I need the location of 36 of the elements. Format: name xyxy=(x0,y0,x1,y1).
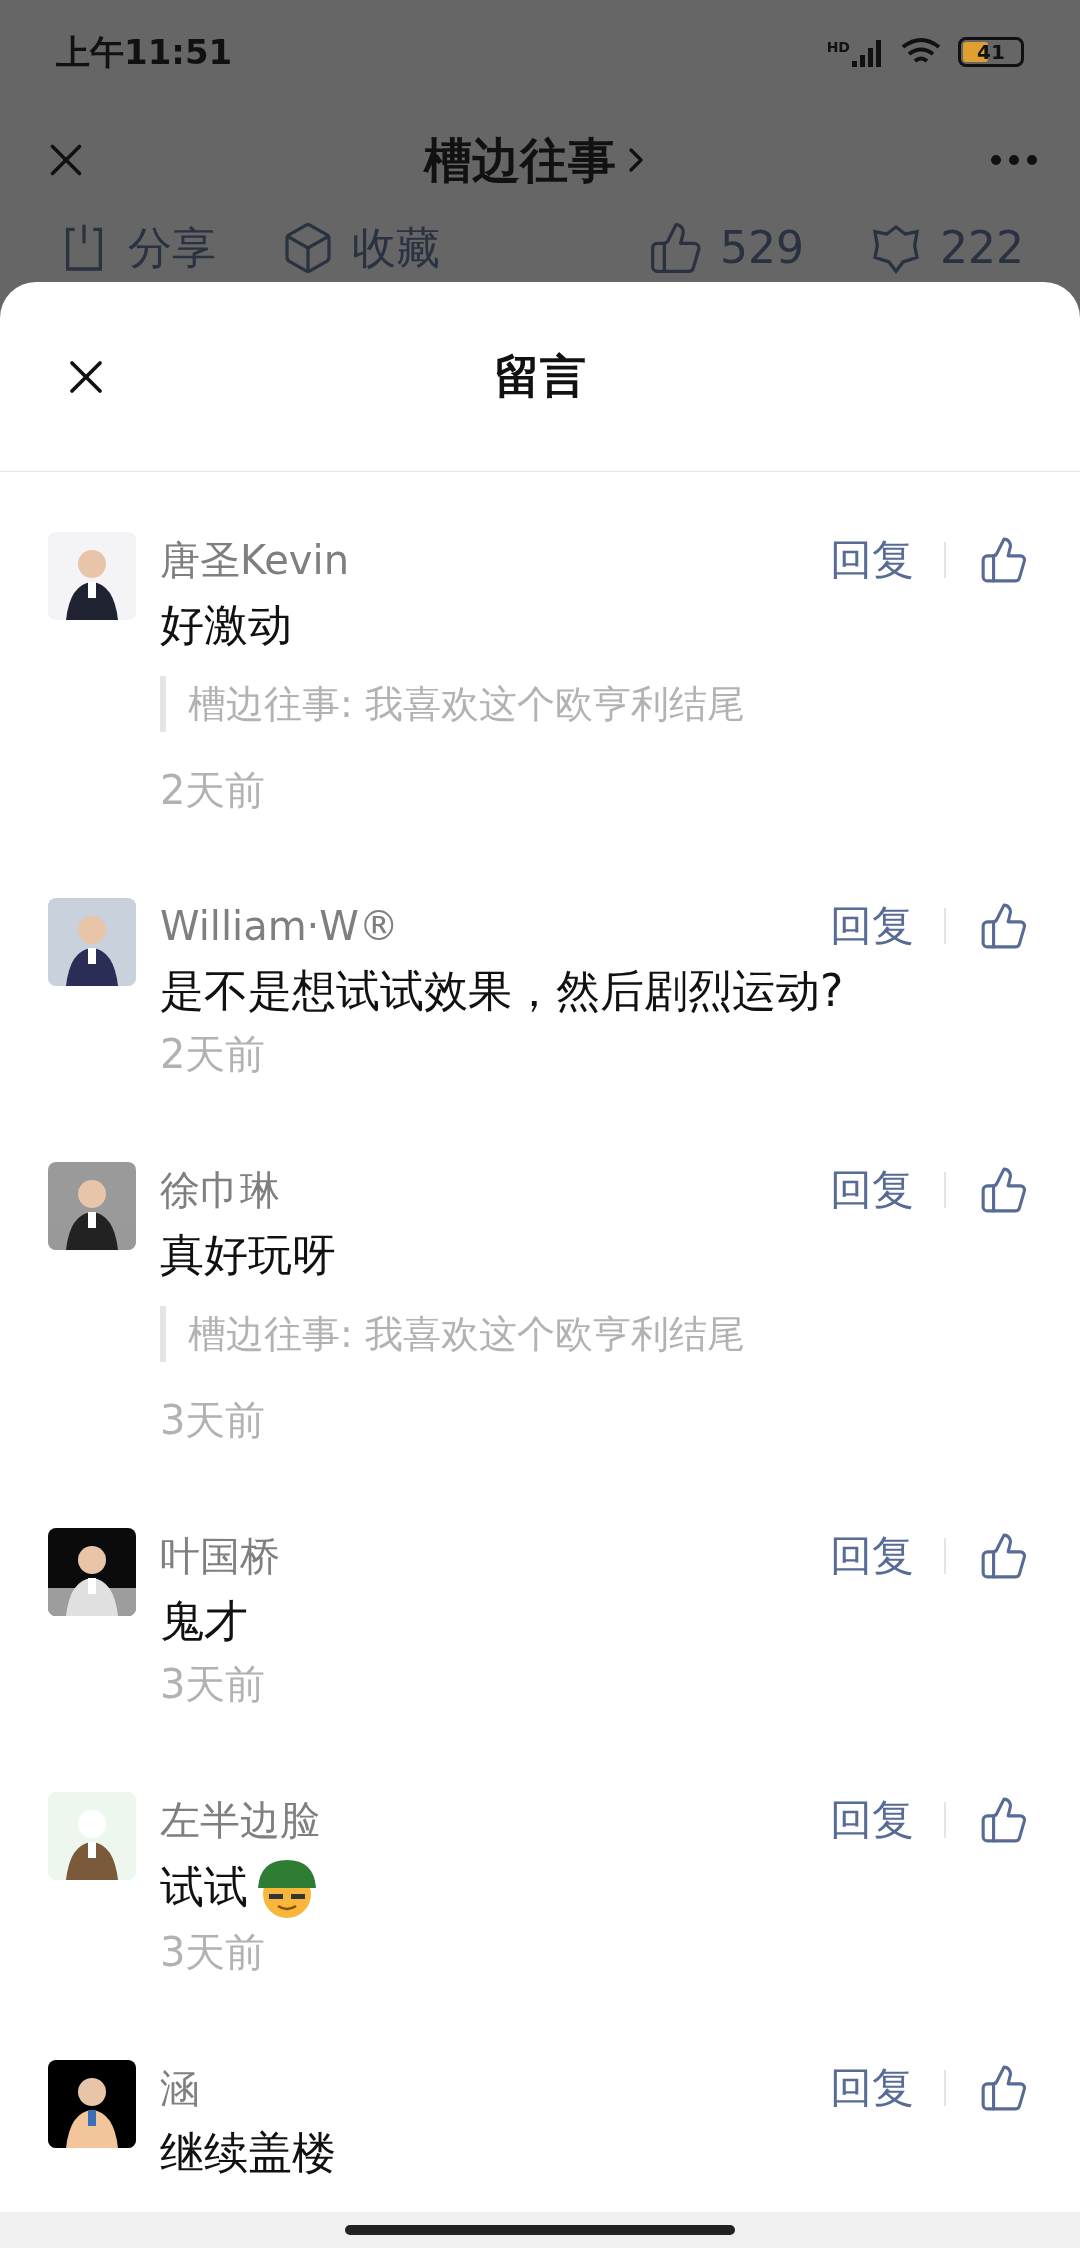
reply-button[interactable]: 回复 xyxy=(830,2060,914,2116)
comment-text: 好激动 xyxy=(160,598,292,652)
comment-text: 是不是想试试效果，然后剧烈运动? xyxy=(160,964,844,1018)
commenter-name: 左半边脸 xyxy=(160,1796,320,1845)
reply-button[interactable]: 回复 xyxy=(830,532,914,588)
thumbs-up-icon xyxy=(979,1795,1029,1845)
thumbs-up-icon xyxy=(979,2063,1029,2113)
comment-time: 3天前 xyxy=(160,1660,267,1709)
comment-time: 3天前 xyxy=(160,1396,267,1445)
signal-icon xyxy=(852,37,884,67)
commenter-name: William·W® xyxy=(160,902,399,951)
commenter-name: 唐圣Kevin xyxy=(160,536,349,585)
comment-time: 3天前 xyxy=(160,1928,267,1977)
quoted-reply: 槽边往事: 我喜欢这个欧亨利结尾 xyxy=(160,1306,1032,1362)
commenter-name: 涵 xyxy=(160,2064,200,2113)
thumbs-up-icon xyxy=(979,1165,1029,1215)
reply-button[interactable]: 回复 xyxy=(830,1162,914,1218)
comment-text: 试试 xyxy=(160,1860,248,1914)
comment-time: 2天前 xyxy=(160,766,267,815)
quoted-reply: 槽边往事: 我喜欢这个欧亨利结尾 xyxy=(160,676,1032,732)
commenter-name: 叶国桥 xyxy=(160,1532,280,1581)
thumbs-up-icon xyxy=(979,901,1029,951)
network-type: HD xyxy=(826,38,850,57)
comment-text: 真好玩呀 xyxy=(160,1228,336,1282)
account-title-link[interactable]: 槽边往事 xyxy=(424,124,656,196)
comment-text: 鬼才 xyxy=(160,1594,248,1648)
thumbs-up-icon xyxy=(979,1531,1029,1581)
commenter-name: 徐巾琳 xyxy=(160,1166,280,1215)
sheet-title: 留言 xyxy=(494,348,586,405)
comment-text: 继续盖楼 xyxy=(160,2126,336,2180)
thumbs-up-icon xyxy=(979,535,1029,585)
reply-button[interactable]: 回复 xyxy=(830,1528,914,1584)
reply-button[interactable]: 回复 xyxy=(830,1792,914,1848)
comment-time: 2天前 xyxy=(160,1030,267,1079)
reply-button[interactable]: 回复 xyxy=(830,898,914,954)
status-time: 上午11:51 xyxy=(56,30,233,74)
